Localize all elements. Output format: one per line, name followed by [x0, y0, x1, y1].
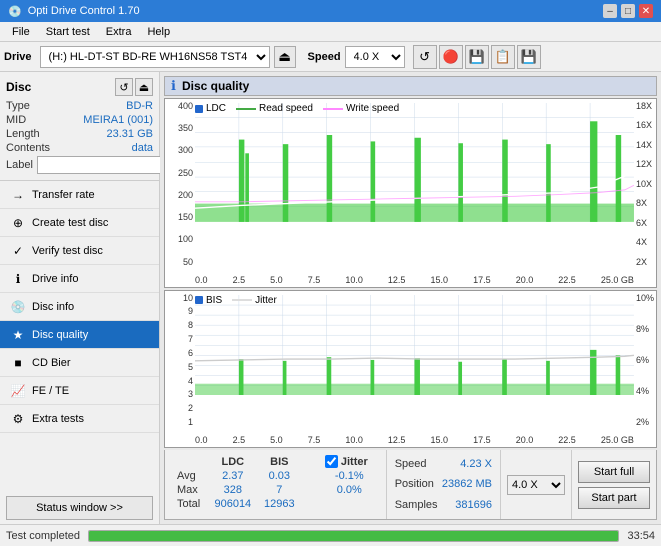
nav-transfer-rate[interactable]: → Transfer rate	[0, 181, 159, 209]
nav-drive-info[interactable]: ℹ Drive info	[0, 265, 159, 293]
disc-info-icon: 💿	[10, 300, 26, 314]
status-text: Test completed	[6, 530, 80, 542]
menu-help[interactable]: Help	[139, 24, 178, 40]
app-icon: 💿	[8, 5, 22, 18]
bis-y-axis: 10987654321	[165, 291, 195, 427]
start-part-button[interactable]: Start part	[578, 487, 650, 509]
start-full-button[interactable]: Start full	[578, 461, 650, 483]
samples-label: Samples	[395, 499, 438, 511]
bis-x-axis: 0.02.55.07.510.012.515.017.520.022.525.0…	[195, 435, 634, 445]
content-area: ℹ Disc quality LDC Read speed	[160, 72, 661, 524]
status-window-button[interactable]: Status window >>	[6, 496, 153, 520]
status-time: 33:54	[627, 530, 655, 542]
speed-group: 4.0 X	[500, 450, 571, 519]
bis-legend: BIS Jitter	[195, 295, 277, 306]
ldc-y-axis-right: 18X16X14X12X10X8X6X4X2X	[634, 99, 656, 267]
toolbar-button-3[interactable]: 💾	[465, 45, 489, 69]
maximize-button[interactable]: □	[621, 4, 635, 18]
ldc-y-axis: 40035030025020015010050	[165, 99, 195, 267]
toolbar-button-1[interactable]: ↺	[413, 45, 437, 69]
nav-disc-quality[interactable]: ★ Disc quality	[0, 321, 159, 349]
disc-quality-header-icon: ℹ	[171, 78, 176, 94]
nav-disc-info[interactable]: 💿 Disc info	[0, 293, 159, 321]
speed-select-stats[interactable]: 4.0 X	[507, 475, 565, 495]
nav-extra-tests[interactable]: ⚙ Extra tests	[0, 405, 159, 433]
bis-chart-svg	[195, 295, 634, 396]
close-button[interactable]: ✕	[639, 4, 653, 18]
nav-fe-te[interactable]: 📈 FE / TE	[0, 377, 159, 405]
menu-extra[interactable]: Extra	[98, 24, 140, 40]
extra-tests-icon: ⚙	[10, 412, 26, 426]
jitter-header: Jitter	[321, 454, 378, 469]
disc-contents-field: Contents data	[6, 142, 153, 154]
disc-mid-field: MID MEIRA1 (001)	[6, 114, 153, 126]
stats-row: LDC BIS Jitter	[164, 450, 657, 520]
menu-bar: File Start test Extra Help	[0, 22, 661, 42]
nav-verify-test-disc[interactable]: ✓ Verify test disc	[0, 237, 159, 265]
bis-y-axis-right: 10%8%6%4%2%	[634, 291, 656, 427]
samples-value: 381696	[455, 499, 492, 511]
progress-bar-fill	[89, 531, 618, 541]
drive-info-icon: ℹ	[10, 272, 26, 286]
minimize-button[interactable]: –	[603, 4, 617, 18]
chart-container: LDC Read speed Write speed 4003503002502…	[164, 98, 657, 448]
fe-te-icon: 📈	[10, 384, 26, 398]
speed-select[interactable]: 4.0 X	[345, 46, 405, 68]
verify-test-disc-icon: ✓	[10, 244, 26, 258]
disc-label-input[interactable]	[37, 156, 175, 174]
toolbar-button-5[interactable]: 💾	[517, 45, 541, 69]
nav-cd-bier[interactable]: ■ CD Bier	[0, 349, 159, 377]
ldc-chart-svg	[195, 103, 634, 222]
button-group: Start full Start part	[571, 450, 656, 519]
app-title: Opti Drive Control 1.70	[28, 5, 140, 17]
avg-row: Avg 2.37 0.03 -0.1%	[173, 469, 378, 483]
sidebar: Disc ↺ ⏏ Type BD-R MID MEIRA1 (001) Leng…	[0, 72, 160, 524]
disc-title: Disc	[6, 80, 31, 94]
drive-toolbar: Drive (H:) HL-DT-ST BD-RE WH16NS58 TST4 …	[0, 42, 661, 72]
stats-table: LDC BIS Jitter	[165, 450, 386, 519]
ldc-chart: LDC Read speed Write speed 4003503002502…	[164, 98, 657, 288]
progress-bar	[88, 530, 619, 542]
max-row: Max 328 7 0.0%	[173, 483, 378, 497]
disc-eject-btn[interactable]: ⏏	[135, 78, 153, 96]
cd-bier-icon: ■	[10, 356, 26, 370]
menu-file[interactable]: File	[4, 24, 38, 40]
disc-label-row: Label 🔍	[6, 156, 153, 174]
disc-type-field: Type BD-R	[6, 100, 153, 112]
toolbar-button-4[interactable]: 📋	[491, 45, 515, 69]
status-bar: Test completed 33:54	[0, 524, 661, 546]
ldc-x-axis: 0.02.55.07.510.012.515.017.520.022.525.0…	[195, 275, 634, 285]
disc-panel: Disc ↺ ⏏ Type BD-R MID MEIRA1 (001) Leng…	[0, 72, 159, 181]
speed-dynamic-value: 4.23 X	[460, 458, 492, 470]
transfer-rate-icon: →	[10, 188, 26, 202]
total-row: Total 906014 12963	[173, 497, 378, 511]
drive-select[interactable]: (H:) HL-DT-ST BD-RE WH16NS58 TST4	[40, 46, 270, 68]
disc-quality-header: ℹ Disc quality	[164, 76, 657, 96]
disc-quality-icon: ★	[10, 328, 26, 342]
disc-quality-title: Disc quality	[182, 79, 249, 93]
jitter-checkbox[interactable]	[325, 455, 338, 468]
nav-create-test-disc[interactable]: ⊕ Create test disc	[0, 209, 159, 237]
disc-refresh-btn[interactable]: ↺	[115, 78, 133, 96]
create-test-disc-icon: ⊕	[10, 216, 26, 230]
position-group: Speed 4.23 X Position 23862 MB Samples 3…	[386, 450, 500, 519]
bis-chart: BIS Jitter 10987654321 10%8%6%4%2%	[164, 290, 657, 448]
position-label: Position	[395, 478, 434, 490]
drive-label: Drive	[4, 51, 32, 63]
eject-button[interactable]: ⏏	[274, 46, 296, 68]
disc-length-field: Length 23.31 GB	[6, 128, 153, 140]
toolbar-button-2[interactable]: 🔴	[439, 45, 463, 69]
position-value: 23862 MB	[442, 478, 492, 490]
ldc-legend: LDC Read speed Write speed	[195, 103, 399, 114]
title-bar: 💿 Opti Drive Control 1.70 – □ ✕	[0, 0, 661, 22]
bis-header: BIS	[258, 454, 301, 469]
speed-static-label: Speed	[395, 458, 427, 470]
menu-start-test[interactable]: Start test	[38, 24, 98, 40]
speed-label: Speed	[308, 51, 341, 63]
ldc-header: LDC	[208, 454, 258, 469]
